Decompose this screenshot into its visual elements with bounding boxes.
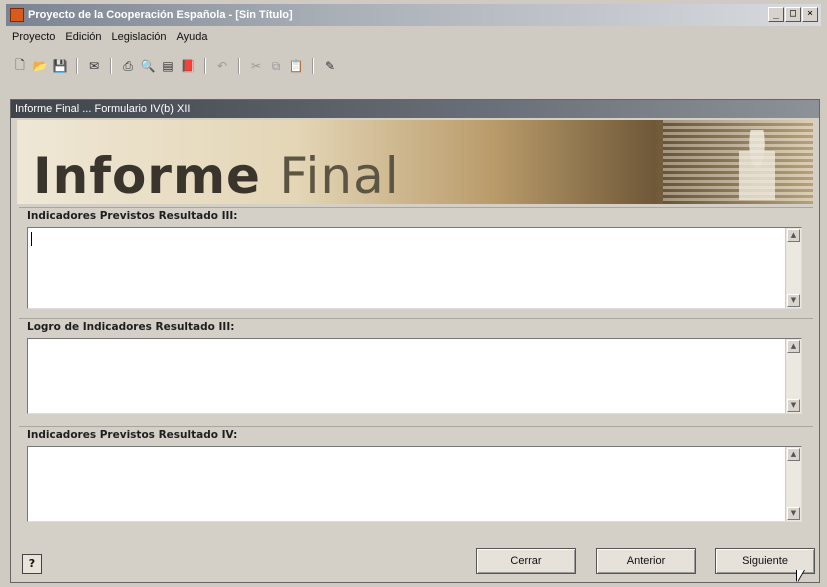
banner-title-bold: Informe (33, 147, 261, 204)
undo-icon[interactable]: ↶ (214, 58, 230, 74)
section-label: Logro de Indicadores Resultado III: (19, 318, 813, 335)
vertical-scrollbar[interactable]: ▲ ▼ (785, 228, 801, 308)
close-form-button[interactable]: Cerrar (476, 548, 576, 574)
scroll-down-icon[interactable]: ▼ (787, 507, 800, 520)
indicadores-previstos-iii-field[interactable]: ▲ ▼ (27, 227, 802, 309)
menu-ayuda[interactable]: Ayuda (177, 31, 208, 49)
toolbar: 🗋 📂 💾 ✉ ⎙ 🔍 ▤ 📕 ↶ ✂ ⧉ 📋 ✎ (12, 56, 338, 76)
app-title-bar: Proyecto de la Cooperación Española - [S… (6, 4, 821, 26)
text-caret (31, 232, 32, 246)
help-button[interactable]: ? (22, 554, 42, 574)
scroll-up-icon[interactable]: ▲ (787, 448, 800, 461)
vertical-scrollbar[interactable]: ▲ ▼ (785, 339, 801, 413)
menu-bar: Proyecto Edición Legislación Ayuda (6, 31, 208, 49)
cut-icon[interactable]: ✂ (248, 58, 264, 74)
window-controls: _ □ × (768, 7, 818, 22)
scroll-down-icon[interactable]: ▼ (787, 294, 800, 307)
banner-figure (739, 130, 775, 200)
toolbar-separator (238, 58, 240, 74)
section-label: Indicadores Previstos Resultado III: (19, 207, 813, 224)
form-window: Informe Final ... Formulario IV(b) XII I… (10, 99, 820, 583)
mouse-cursor-icon (797, 570, 804, 582)
save-icon[interactable]: 💾 (52, 58, 68, 74)
section-label: Indicadores Previstos Resultado IV: (19, 426, 813, 443)
mail-icon[interactable]: ✉ (86, 58, 102, 74)
toolbar-separator (312, 58, 314, 74)
menu-legislacion[interactable]: Legislación (112, 31, 167, 49)
indicadores-previstos-iv-field[interactable]: ▲ ▼ (27, 446, 802, 522)
report-banner: Informe Final (17, 120, 813, 204)
toolbar-separator (76, 58, 78, 74)
print-icon[interactable]: ⎙ (120, 58, 136, 74)
menu-edicion[interactable]: Edición (65, 31, 101, 49)
vertical-scrollbar[interactable]: ▲ ▼ (785, 447, 801, 521)
edit-icon[interactable]: ✎ (322, 58, 338, 74)
scroll-up-icon[interactable]: ▲ (787, 229, 800, 242)
new-file-icon[interactable]: 🗋 (12, 58, 28, 74)
banner-decoration (663, 120, 813, 204)
maximize-button[interactable]: □ (785, 7, 801, 22)
close-button[interactable]: × (802, 7, 818, 22)
app-icon (10, 8, 24, 22)
copy-window-icon[interactable]: ▤ (160, 58, 176, 74)
print-preview-icon[interactable]: 🔍 (140, 58, 156, 74)
banner-title: Informe Final (33, 148, 400, 204)
banner-title-light: Final (279, 147, 400, 204)
paste-icon[interactable]: 📋 (288, 58, 304, 74)
open-folder-icon[interactable]: 📂 (32, 58, 48, 74)
minimize-button[interactable]: _ (768, 7, 784, 22)
menu-proyecto[interactable]: Proyecto (12, 31, 55, 49)
toolbar-separator (110, 58, 112, 74)
copy-icon[interactable]: ⧉ (268, 58, 284, 74)
scroll-down-icon[interactable]: ▼ (787, 399, 800, 412)
window-title: Proyecto de la Cooperación Española - [S… (28, 9, 293, 21)
book-icon[interactable]: 📕 (180, 58, 196, 74)
previous-button[interactable]: Anterior (596, 548, 696, 574)
form-title: Informe Final ... Formulario IV(b) XII (11, 100, 819, 118)
section-indicadores-previstos-iv: Indicadores Previstos Resultado IV: (19, 426, 813, 443)
scroll-up-icon[interactable]: ▲ (787, 340, 800, 353)
section-logro-indicadores-iii: Logro de Indicadores Resultado III: (19, 318, 813, 335)
toolbar-separator (204, 58, 206, 74)
logro-indicadores-iii-field[interactable]: ▲ ▼ (27, 338, 802, 414)
section-indicadores-previstos-iii: Indicadores Previstos Resultado III: (19, 207, 813, 224)
